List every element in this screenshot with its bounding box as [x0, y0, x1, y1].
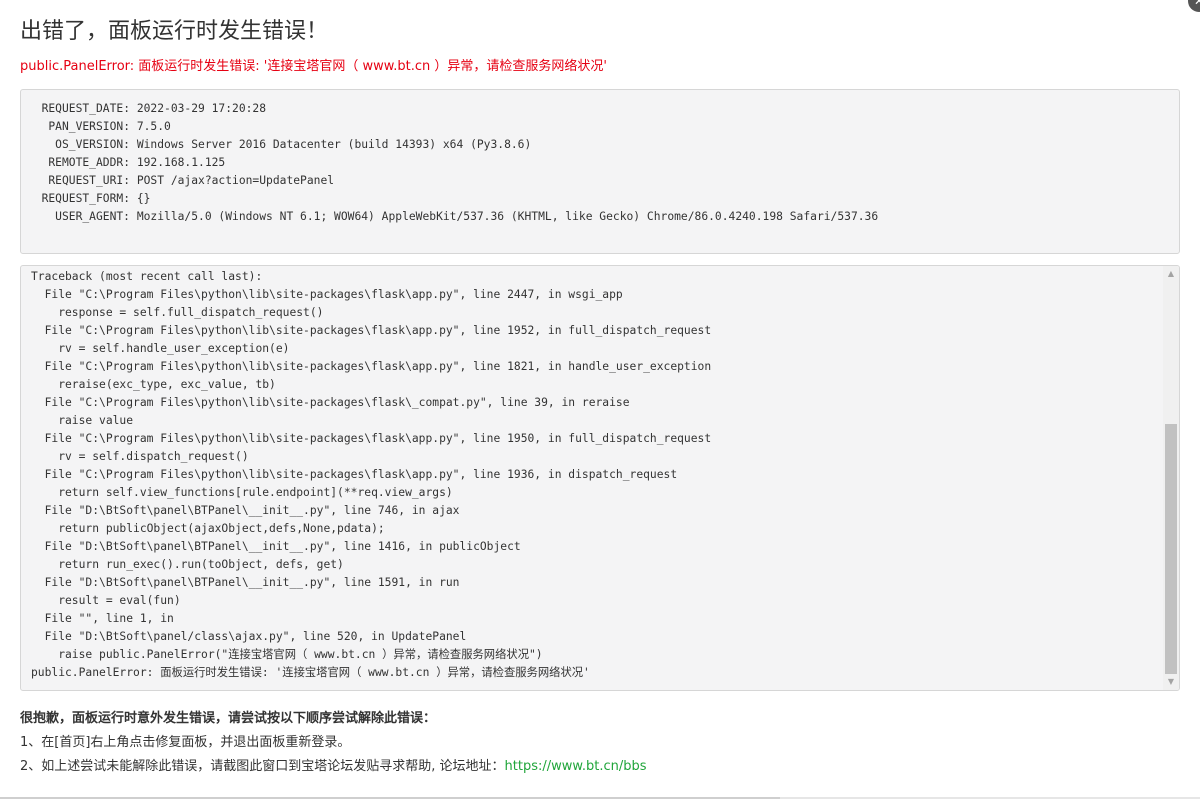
- traceback-line: return publicObject(ajaxObject,defs,None…: [31, 522, 385, 535]
- traceback-line: File "D:\BtSoft\panel\BTPanel\__init__.p…: [31, 540, 521, 553]
- request-info-value: 192.168.1.125: [136, 156, 226, 169]
- request-info-value: POST /ajax?action=UpdatePanel: [136, 174, 335, 187]
- request-info-value: 2022-03-29 17:20:28: [136, 102, 267, 115]
- traceback-line: File "D:\BtSoft\panel\BTPanel\__init__.p…: [31, 504, 460, 517]
- request-info-key: USER_AGENT:: [55, 210, 130, 223]
- error-message: public.PanelError: 面板运行时发生错误: '连接宝塔官网（ w…: [20, 59, 607, 74]
- traceback-line: File "C:\Program Files\python\lib\site-p…: [31, 468, 678, 481]
- request-info-key: REQUEST_URI:: [48, 174, 130, 187]
- traceback-line: File "C:\Program Files\python\lib\site-p…: [31, 396, 630, 409]
- traceback-content: Traceback (most recent call last): File …: [31, 268, 1161, 682]
- help-title: 很抱歉，面板运行时意外发生错误，请尝试按以下顺序尝试解除此错误：: [20, 711, 437, 726]
- scroll-thumb[interactable]: [1165, 424, 1177, 674]
- traceback-line: response = self.full_dispatch_request(): [31, 306, 324, 319]
- traceback-line: File "C:\Program Files\python\lib\site-p…: [31, 324, 712, 337]
- traceback-line: File "D:\BtSoft\panel\BTPanel\__init__.p…: [31, 576, 460, 589]
- traceback-line: File "C:\Program Files\python\lib\site-p…: [31, 432, 712, 445]
- traceback-line: rv = self.dispatch_request(): [31, 450, 249, 463]
- traceback-line: File "", line 1, in: [31, 612, 174, 625]
- traceback-scrollbar[interactable]: ▲ ▼: [1163, 266, 1179, 690]
- request-info-row: USER_AGENT: Mozilla/5.0 (Windows NT 6.1;…: [31, 208, 1179, 226]
- help-step-1: 1、在[首页]右上角点击修复面板，并退出面板重新登录。: [20, 735, 351, 750]
- error-page: ✕ 出错了，面板运行时发生错误！ public.PanelError: 面板运行…: [0, 0, 1200, 799]
- traceback-line: Traceback (most recent call last):: [31, 270, 263, 283]
- traceback-line: rv = self.handle_user_exception(e): [31, 342, 290, 355]
- forum-link[interactable]: https://www.bt.cn/bbs: [505, 759, 647, 774]
- request-info-row: REQUEST_DATE: 2022-03-29 17:20:28: [31, 100, 1179, 118]
- request-info-key: REQUEST_DATE:: [41, 102, 130, 115]
- traceback-line: return self.view_functions[rule.endpoint…: [31, 486, 453, 499]
- scroll-up-icon[interactable]: ▲: [1163, 266, 1179, 282]
- traceback-line: File "D:\BtSoft\panel/class\ajax.py", li…: [31, 630, 467, 643]
- traceback-line: result = eval(fun): [31, 594, 181, 607]
- request-info-value: Mozilla/5.0 (Windows NT 6.1; WOW64) Appl…: [136, 210, 879, 223]
- traceback-line: raise value: [31, 414, 134, 427]
- request-info-row: OS_VERSION: Windows Server 2016 Datacent…: [31, 136, 1179, 154]
- page-title: 出错了，面板运行时发生错误！: [20, 19, 329, 44]
- traceback-line: reraise(exc_type, exc_value, tb): [31, 378, 276, 391]
- request-info-row: PAN_VERSION: 7.5.0: [31, 118, 1179, 136]
- help-step-2: 2、如上述尝试未能解除此错误，请截图此窗口到宝塔论坛发贴寻求帮助, 论坛地址：h…: [20, 757, 647, 777]
- request-info-value: {}: [136, 192, 151, 205]
- request-info-key: PAN_VERSION:: [48, 120, 130, 133]
- request-info-panel: REQUEST_DATE: 2022-03-29 17:20:28 PAN_VER…: [20, 89, 1180, 254]
- traceback-line: return run_exec().run(toObject, defs, ge…: [31, 558, 344, 571]
- traceback-line: raise public.PanelError("连接宝塔官网（ www.bt.…: [31, 648, 543, 661]
- traceback-line: public.PanelError: 面板运行时发生错误: '连接宝塔官网（ w…: [31, 666, 590, 679]
- request-info-value: 7.5.0: [136, 120, 171, 133]
- request-info-key: REMOTE_ADDR:: [48, 156, 130, 169]
- traceback-line: File "C:\Program Files\python\lib\site-p…: [31, 288, 623, 301]
- traceback-line: File "C:\Program Files\python\lib\site-p…: [31, 360, 712, 373]
- request-info-row: REMOTE_ADDR: 192.168.1.125: [31, 154, 1179, 172]
- request-info-key: OS_VERSION:: [55, 138, 130, 151]
- request-info-value: Windows Server 2016 Datacenter (build 14…: [136, 138, 532, 151]
- help-step-2-text: 2、如上述尝试未能解除此错误，请截图此窗口到宝塔论坛发贴寻求帮助, 论坛地址：: [20, 759, 505, 774]
- scroll-down-icon[interactable]: ▼: [1163, 674, 1179, 690]
- traceback-panel[interactable]: Traceback (most recent call last): File …: [20, 265, 1180, 691]
- request-info-row: REQUEST_FORM: {}: [31, 190, 1179, 208]
- request-info-row: REQUEST_URI: POST /ajax?action=UpdatePan…: [31, 172, 1179, 190]
- close-icon[interactable]: ✕: [1188, 0, 1200, 12]
- request-info-key: REQUEST_FORM:: [41, 192, 130, 205]
